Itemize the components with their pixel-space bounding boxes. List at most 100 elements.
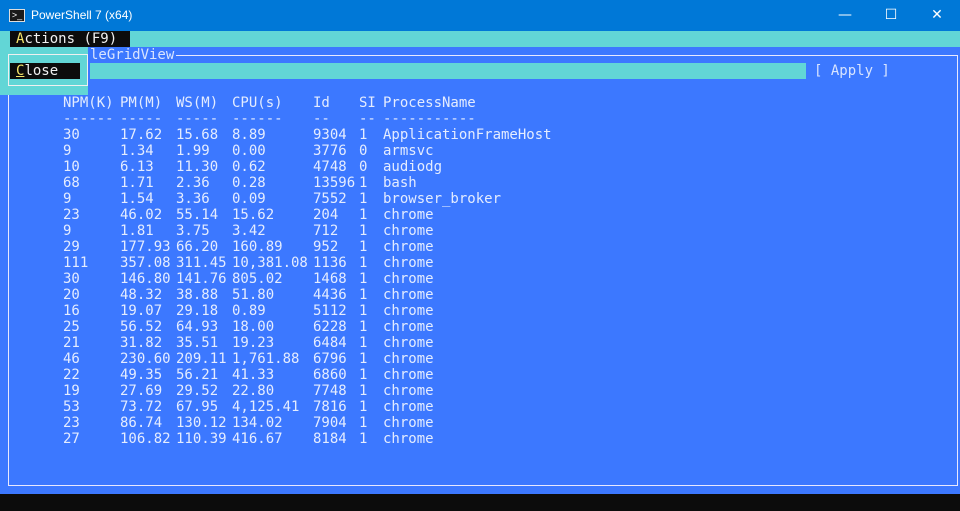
table-cell: 1 — [359, 207, 368, 223]
table-cell: 805.02 — [232, 271, 283, 287]
table-cell: 1 — [359, 415, 368, 431]
table-cell: chrome — [383, 335, 434, 351]
table-row[interactable]: 27 106.82 110.39 416.67 8184 1 chrome — [0, 431, 960, 447]
table-cell: 18.00 — [232, 319, 275, 335]
table-cell: 23 — [63, 415, 80, 431]
table-cell: 1 — [359, 383, 368, 399]
table-cell: 9 — [63, 191, 72, 207]
table-cell: 5112 — [313, 303, 347, 319]
table-cell: 68 — [63, 175, 80, 191]
table-row[interactable]: 53 73.72 67.95 4,125.41 7816 1 chrome — [0, 399, 960, 415]
table-row[interactable]: 25 56.52 64.93 18.00 6228 1 chrome — [0, 319, 960, 335]
table-cell: 209.11 — [176, 351, 227, 367]
table-cell: 1468 — [313, 271, 347, 287]
table-cell: 1 — [359, 239, 368, 255]
table-cell: 1 — [359, 335, 368, 351]
table-cell: 56.21 — [176, 367, 219, 383]
table-cell: 160.89 — [232, 239, 283, 255]
column-separator: ----------- — [383, 111, 476, 127]
close-menu-item[interactable]: Close — [10, 63, 80, 79]
column-separator: ------ — [232, 111, 283, 127]
table-cell: chrome — [383, 207, 434, 223]
table-cell: 64.93 — [176, 319, 219, 335]
table-row[interactable]: 30 17.62 15.68 8.89 9304 1 ApplicationFrameHos… — [0, 127, 960, 143]
close-label: lose — [24, 63, 59, 79]
table-cell: chrome — [383, 223, 434, 239]
table-cell: 19 — [63, 383, 80, 399]
table-cell: 25 — [63, 319, 80, 335]
column-header: CPU(s) — [232, 95, 283, 111]
frame-title: leGridView — [88, 47, 177, 63]
table-cell: 1 — [359, 223, 368, 239]
table-cell: 19.07 — [120, 303, 163, 319]
table-cell: 29.18 — [176, 303, 219, 319]
table-cell: 17.62 — [120, 127, 163, 143]
window-title: PowerShell 7 (x64) — [31, 8, 133, 22]
table-cell: 1.34 — [120, 143, 154, 159]
table-cell: 134.02 — [232, 415, 283, 431]
table-cell: 1 — [359, 287, 368, 303]
table-row[interactable]: 16 19.07 29.18 0.89 5112 1 chrome — [0, 303, 960, 319]
table-cell: 1 — [359, 399, 368, 415]
actions-menu[interactable]: Actions (F9) — [10, 31, 130, 47]
table-row[interactable]: 46 230.60 209.11 1,761.88 6796 1 chrome — [0, 351, 960, 367]
table-row[interactable]: 9 1.81 3.75 3.42 712 1 chrome — [0, 223, 960, 239]
table-cell: 31.82 — [120, 335, 163, 351]
table-cell: 27.69 — [120, 383, 163, 399]
table-cell: 22 — [63, 367, 80, 383]
table-cell: 30 — [63, 271, 80, 287]
table-row[interactable]: 111 357.08 311.45 10,381.08 1136 1 chrome — [0, 255, 960, 271]
table-cell: chrome — [383, 239, 434, 255]
table-cell: 0.09 — [232, 191, 266, 207]
table-row[interactable]: 19 27.69 29.52 22.80 7748 1 chrome — [0, 383, 960, 399]
table-cell: 1.81 — [120, 223, 154, 239]
table-cell: 30 — [63, 127, 80, 143]
table-cell: 7904 — [313, 415, 347, 431]
table-row[interactable]: 10 6.13 11.30 0.62 4748 0 audiodg — [0, 159, 960, 175]
table-row[interactable]: 23 46.02 55.14 15.62 204 1 chrome — [0, 207, 960, 223]
table-row[interactable]: 20 48.32 38.88 51.80 4436 1 chrome — [0, 287, 960, 303]
table-cell: 67.95 — [176, 399, 219, 415]
table-cell: 29.52 — [176, 383, 219, 399]
column-header: WS(M) — [176, 95, 219, 111]
table-cell: 1 — [359, 191, 368, 207]
table-cell: 35.51 — [176, 335, 219, 351]
table-cell: 51.80 — [232, 287, 275, 303]
table-cell: 19.23 — [232, 335, 275, 351]
table-cell: 23 — [63, 207, 80, 223]
table-cell: 1 — [359, 271, 368, 287]
table-row[interactable]: 9 1.34 1.99 0.00 3776 0 armsvc — [0, 143, 960, 159]
table-cell: 952 — [313, 239, 339, 255]
table-cell: 1 — [359, 367, 368, 383]
table-row[interactable]: 29 177.93 66.20 160.89 952 1 chrome — [0, 239, 960, 255]
table-cell: chrome — [383, 303, 434, 319]
filter-input[interactable] — [90, 63, 806, 79]
table-cell: 9 — [63, 143, 72, 159]
table-cell: chrome — [383, 431, 434, 447]
table-cell: bash — [383, 175, 417, 191]
table-row[interactable]: 22 49.35 56.21 41.33 6860 1 chrome — [0, 367, 960, 383]
table-cell: 66.20 — [176, 239, 219, 255]
table-cell: 357.08 — [120, 255, 171, 271]
close-window-button[interactable]: ✕ — [914, 0, 960, 31]
table-row[interactable]: 21 31.82 35.51 19.23 6484 1 chrome — [0, 335, 960, 351]
table-row[interactable]: 30 146.80 141.76 805.02 1468 1 chrome — [0, 271, 960, 287]
apply-button[interactable]: [ Apply ] — [814, 63, 890, 79]
table-cell: 0.62 — [232, 159, 266, 175]
table-cell: 7552 — [313, 191, 347, 207]
table-cell: 15.68 — [176, 127, 219, 143]
table-cell: 1 — [359, 127, 368, 143]
table-row[interactable]: 68 1.71 2.36 0.28 13596 1 bash — [0, 175, 960, 191]
table-cell: 111 — [63, 255, 89, 271]
table-cell: 46 — [63, 351, 80, 367]
table-cell: audiodg — [383, 159, 443, 175]
table-cell: 3776 — [313, 143, 347, 159]
table-row[interactable]: 23 86.74 130.12 134.02 7904 1 chrome — [0, 415, 960, 431]
column-header: ProcessName — [383, 95, 476, 111]
table-row[interactable]: 9 1.54 3.36 0.09 7552 1 browser_broker — [0, 191, 960, 207]
table-cell: 1 — [359, 255, 368, 271]
table-cell: 1.99 — [176, 143, 210, 159]
minimize-button[interactable]: — — [822, 0, 868, 31]
maximize-button[interactable]: ☐ — [868, 0, 914, 31]
table-cell: 6.13 — [120, 159, 154, 175]
